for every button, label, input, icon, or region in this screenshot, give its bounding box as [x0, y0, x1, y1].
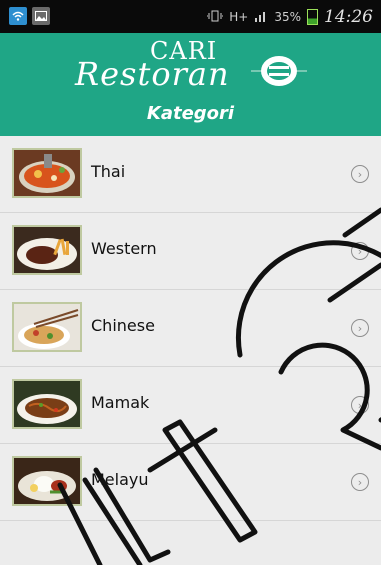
status-bar: H+ 35% 14:26 [0, 0, 381, 33]
category-item-melayu[interactable]: Melayu › [0, 444, 381, 521]
clock: 14:26 [324, 7, 373, 27]
chinese-food-thumbnail [12, 302, 82, 352]
page-title: Kategori [146, 103, 235, 124]
app-logo: CARI Restoran [75, 37, 315, 95]
plate-cutlery-icon [251, 56, 307, 86]
category-item-chinese[interactable]: Chinese › [0, 290, 381, 367]
melayu-food-thumbnail [12, 456, 82, 506]
category-item-mamak[interactable]: Mamak › [0, 367, 381, 444]
mamak-food-thumbnail [12, 379, 82, 429]
thai-food-thumbnail [12, 148, 82, 198]
category-label: Western [91, 239, 157, 258]
category-label: Chinese [91, 316, 155, 335]
category-list: Thai › Western › Chinese › Mamak › Melay… [0, 136, 381, 521]
network-type-label: H+ [229, 10, 249, 24]
category-label: Mamak [91, 393, 150, 412]
chevron-right-icon[interactable]: › [351, 319, 369, 337]
image-notification-icon [32, 7, 50, 25]
logo-text-bottom: Restoran [75, 55, 230, 93]
wifi-icon [9, 7, 27, 25]
category-item-thai[interactable]: Thai › [0, 136, 381, 213]
battery-percent: 35% [274, 10, 301, 24]
chevron-right-icon[interactable]: › [351, 473, 369, 491]
category-label: Melayu [91, 470, 149, 489]
western-food-thumbnail [12, 225, 82, 275]
category-label: Thai [91, 162, 126, 181]
app-header: CARI Restoran Kategori [0, 33, 381, 136]
signal-strength-icon [254, 10, 268, 25]
chevron-right-icon[interactable]: › [351, 242, 369, 260]
battery-icon [307, 9, 318, 25]
vibrate-icon [206, 10, 224, 25]
chevron-right-icon[interactable]: › [351, 165, 369, 183]
chevron-right-icon[interactable]: › [351, 396, 369, 414]
category-item-western[interactable]: Western › [0, 213, 381, 290]
app-screen: H+ 35% 14:26 CARI Restoran Kategori Thai… [0, 0, 381, 565]
